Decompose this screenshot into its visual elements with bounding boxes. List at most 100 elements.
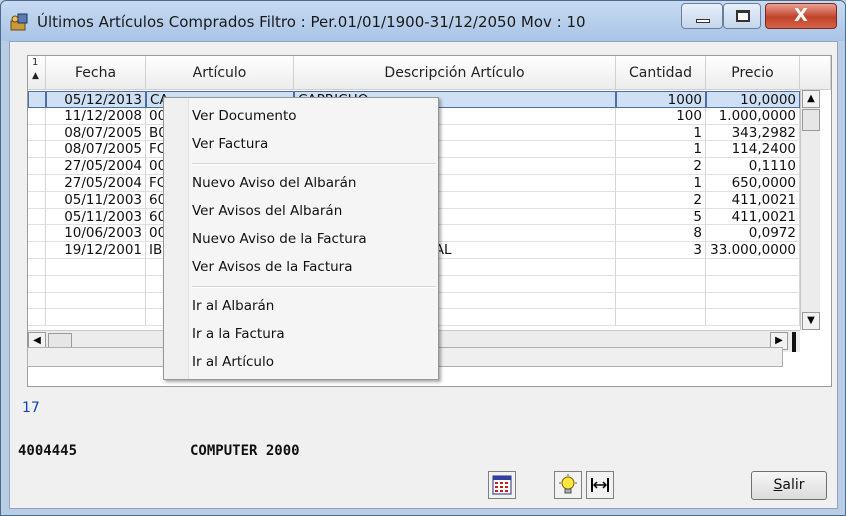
- tips-button[interactable]: [554, 471, 582, 499]
- row-selector[interactable]: [28, 225, 46, 243]
- cell-fecha[interactable]: [46, 275, 146, 293]
- vertical-scroll-thumb[interactable]: [802, 109, 820, 131]
- lightbulb-icon: [559, 474, 577, 494]
- column-header-fecha[interactable]: Fecha: [46, 56, 146, 90]
- cell-cantidad[interactable]: 2: [616, 191, 706, 209]
- cell-fecha[interactable]: 27/05/2004: [46, 158, 146, 175]
- cell-precio[interactable]: 411,0021: [706, 191, 800, 209]
- header-filler: [800, 56, 831, 90]
- cell-fecha[interactable]: 08/07/2005: [46, 124, 146, 142]
- menu-item-ver-documento[interactable]: Ver Documento: [192, 105, 297, 127]
- cell-fecha[interactable]: 27/05/2004: [46, 175, 146, 192]
- menu-item-nuevo-aviso-albaran[interactable]: Nuevo Aviso del Albarán: [192, 172, 356, 194]
- menu-item-ir-albaran[interactable]: Ir al Albarán: [192, 295, 274, 317]
- row-selector[interactable]: [28, 309, 46, 327]
- cell-precio[interactable]: 343,2982: [706, 124, 800, 142]
- row-selector[interactable]: [28, 275, 46, 293]
- scroll-up-icon[interactable]: ▲: [802, 90, 820, 108]
- row-selector[interactable]: [28, 242, 46, 259]
- cell-cantidad[interactable]: 100: [616, 107, 706, 125]
- cell-precio[interactable]: 0,0972: [706, 225, 800, 243]
- cell-cantidad[interactable]: [616, 259, 706, 276]
- column-header-cantidad[interactable]: Cantidad: [616, 56, 706, 90]
- cell-cantidad[interactable]: 1: [616, 175, 706, 192]
- fit-columns-button[interactable]: [586, 471, 614, 499]
- exit-button[interactable]: Salir: [751, 471, 827, 500]
- window-title: Últimos Artículos Comprados Filtro : Per…: [37, 13, 586, 31]
- cell-precio[interactable]: 114,2400: [706, 141, 800, 159]
- menu-item-nuevo-aviso-factura[interactable]: Nuevo Aviso de la Factura: [192, 228, 367, 250]
- cell-fecha[interactable]: [46, 259, 146, 276]
- row-selector[interactable]: [28, 107, 46, 125]
- menu-item-ver-factura[interactable]: Ver Factura: [192, 133, 268, 155]
- cell-cantidad[interactable]: 5: [616, 208, 706, 226]
- menu-item-ir-factura[interactable]: Ir a la Factura: [192, 323, 285, 345]
- cell-precio[interactable]: 1.000,0000: [706, 107, 800, 125]
- cell-cantidad[interactable]: 1: [616, 141, 706, 159]
- exit-button-label: alir: [782, 477, 805, 493]
- row-selector[interactable]: [28, 141, 46, 159]
- calendar-button[interactable]: [488, 471, 516, 499]
- cell-fecha[interactable]: 05/12/2013: [46, 91, 146, 108]
- close-button[interactable]: X: [765, 3, 837, 29]
- context-menu-gutter: [164, 98, 189, 379]
- menu-separator: [192, 286, 436, 288]
- title-bar[interactable]: Últimos Artículos Comprados Filtro : Per…: [1, 1, 845, 41]
- row-selector-header[interactable]: 1 ▲: [28, 56, 46, 90]
- cell-fecha[interactable]: 08/07/2005: [46, 141, 146, 159]
- menu-item-ver-avisos-factura[interactable]: Ver Avisos de la Factura: [192, 256, 353, 278]
- maximize-button[interactable]: [723, 3, 761, 29]
- cell-fecha[interactable]: [46, 292, 146, 310]
- row-selector[interactable]: [28, 259, 46, 276]
- cell-fecha[interactable]: 11/12/2008: [46, 107, 146, 125]
- context-menu: Ver Documento Ver Factura Nuevo Aviso de…: [163, 97, 439, 380]
- cell-fecha[interactable]: 19/12/2001: [46, 242, 146, 259]
- cell-precio[interactable]: 10,0000: [706, 91, 800, 108]
- cell-precio[interactable]: 650,0000: [706, 175, 800, 192]
- cell-cantidad[interactable]: 1000: [616, 91, 706, 108]
- cell-cantidad[interactable]: 8: [616, 225, 706, 243]
- cell-precio[interactable]: [706, 259, 800, 276]
- cell-precio[interactable]: [706, 292, 800, 310]
- sort-ascending-icon: ▲: [32, 71, 39, 81]
- cell-cantidad[interactable]: 1: [616, 124, 706, 142]
- supplier-code: 4004445: [18, 443, 78, 459]
- scroll-down-icon[interactable]: ▼: [802, 312, 820, 330]
- sort-order-number: 1: [32, 57, 39, 68]
- app-icon: [10, 13, 28, 31]
- menu-item-ir-articulo[interactable]: Ir al Artículo: [192, 351, 274, 373]
- vertical-scrollbar[interactable]: ▲ ▼: [800, 90, 820, 330]
- cell-cantidad[interactable]: [616, 309, 706, 327]
- column-header-descripcion[interactable]: Descripción Artículo: [294, 56, 616, 90]
- row-selector[interactable]: [28, 91, 46, 108]
- row-selector[interactable]: [28, 208, 46, 226]
- cell-precio[interactable]: 33.000,0000: [706, 242, 800, 259]
- minimize-icon: [696, 19, 710, 23]
- supplier-name: COMPUTER 2000: [190, 443, 300, 459]
- cell-fecha[interactable]: [46, 309, 146, 327]
- column-header-precio[interactable]: Precio: [706, 56, 800, 90]
- row-selector[interactable]: [28, 124, 46, 142]
- cell-precio[interactable]: [706, 275, 800, 293]
- cell-fecha[interactable]: 05/11/2003: [46, 191, 146, 209]
- record-count: 17: [22, 400, 40, 416]
- cell-cantidad[interactable]: 2: [616, 158, 706, 175]
- cell-cantidad[interactable]: [616, 275, 706, 293]
- row-selector[interactable]: [28, 292, 46, 310]
- row-selector[interactable]: [28, 191, 46, 209]
- column-resize-marker: [792, 332, 796, 352]
- row-selector[interactable]: [28, 175, 46, 192]
- cell-fecha[interactable]: 05/11/2003: [46, 208, 146, 226]
- minimize-button[interactable]: [681, 3, 723, 29]
- cell-precio[interactable]: 0,1110: [706, 158, 800, 175]
- cell-cantidad[interactable]: [616, 292, 706, 310]
- menu-separator: [192, 163, 436, 165]
- cell-fecha[interactable]: 10/06/2003: [46, 225, 146, 243]
- cell-precio[interactable]: [706, 309, 800, 327]
- app-window: Últimos Artículos Comprados Filtro : Per…: [0, 0, 846, 516]
- row-selector[interactable]: [28, 158, 46, 175]
- column-header-articulo[interactable]: Artículo: [146, 56, 294, 90]
- menu-item-ver-avisos-albaran[interactable]: Ver Avisos del Albarán: [192, 200, 342, 222]
- cell-precio[interactable]: 411,0021: [706, 208, 800, 226]
- cell-cantidad[interactable]: 3: [616, 242, 706, 259]
